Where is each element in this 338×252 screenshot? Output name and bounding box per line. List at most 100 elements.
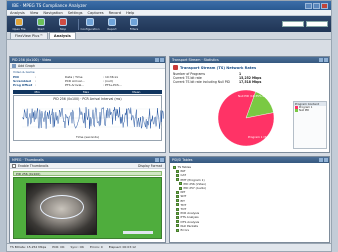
minimize-button[interactable] xyxy=(305,2,312,9)
configuration-button[interactable]: Configuration xyxy=(81,17,99,31)
status-item: TS Bitrate: 15.252 Mbps xyxy=(10,245,47,249)
status-check-icon xyxy=(176,190,179,194)
start-button[interactable]: Start xyxy=(32,17,50,31)
graph-xlabel: Time (seconds) xyxy=(76,134,99,139)
status-check-icon xyxy=(176,199,179,203)
pie-legend: Program Content Program 1 Null PID xyxy=(293,101,327,149)
panel-close-icon[interactable] xyxy=(160,158,164,162)
menu-help[interactable]: Help xyxy=(126,11,134,15)
maximize-button[interactable] xyxy=(313,2,320,9)
play-icon xyxy=(37,17,45,26)
status-check-icon xyxy=(179,186,182,190)
panel-header: PSI/SI Tables xyxy=(170,157,329,163)
status-item: PCR: OK xyxy=(52,245,65,249)
filter-icon xyxy=(130,17,138,26)
legend-item: Null PID xyxy=(294,109,326,112)
enable-thumbnails-checkbox[interactable] xyxy=(12,163,16,168)
panel-header: Transport Stream · Statistics xyxy=(170,57,329,63)
legend-swatch xyxy=(295,109,298,112)
status-check-icon xyxy=(176,195,179,199)
gear-icon xyxy=(86,17,94,26)
open-icon xyxy=(15,17,23,26)
panel-pin-icon[interactable] xyxy=(155,158,159,162)
status-item: Elapsed: 00:03:12 xyxy=(108,245,136,249)
pid-properties: PID: Data / Time: 10:36:xx Scrambled: PCR … xyxy=(13,75,122,88)
video-progress[interactable] xyxy=(123,231,153,234)
status-check-icon xyxy=(176,178,179,182)
status-check-icon xyxy=(176,169,179,173)
menu-record[interactable]: Record xyxy=(109,11,121,15)
stop-icon xyxy=(59,17,67,26)
status-item: Sync: OK xyxy=(70,245,84,249)
video-thumbnail[interactable] xyxy=(13,177,162,239)
status-check-icon xyxy=(176,224,179,228)
status-check-icon xyxy=(176,203,179,207)
panel-pin-icon[interactable] xyxy=(319,58,323,62)
stats-band: Min Max Mean xyxy=(13,89,162,94)
close-button[interactable] xyxy=(321,2,328,9)
ts-heading: Transport Stream (TS) Network Rates xyxy=(173,65,326,70)
transport-stream-panel: Transport Stream · Statistics Transport … xyxy=(169,56,330,153)
status-field xyxy=(282,21,304,27)
video-pid-label: PID 256 (0x100) xyxy=(13,171,162,176)
status-check-icon xyxy=(173,165,176,169)
status-item: Errors: 0 xyxy=(89,245,103,249)
pie-label-null: Null PID (16.35% Content) xyxy=(238,94,275,98)
tab-flexview[interactable]: FlexView Plus™ xyxy=(10,32,48,39)
status-field xyxy=(306,21,328,27)
view-tabs: FlexView Plus™ Analysis xyxy=(7,32,331,40)
panel-title: PSI/SI Tables xyxy=(172,158,193,162)
menu-captures[interactable]: Captures xyxy=(87,11,103,15)
pid-panel: PID 256 (0x100) · Video Add Graph Video … xyxy=(9,56,166,153)
pcr-waveform xyxy=(22,106,164,129)
filters-button[interactable]: Filters xyxy=(125,17,143,31)
psi-tree: TS Tables PAT CAT PMT (Program 1) PID 256 (V… xyxy=(170,163,329,234)
app-window: IBE · MPEG TS Compliance Analyzer Analys… xyxy=(6,0,332,252)
tree-item-label: Errors xyxy=(180,228,190,233)
panel-close-icon[interactable] xyxy=(324,158,328,162)
pie-chart: Null PID (16.35% Content) Program 1 (63.… xyxy=(208,88,286,150)
report-icon xyxy=(108,17,116,26)
display-format-label[interactable]: Display Format xyxy=(138,163,162,169)
thumbnails-panel: MPEG · Thumbnails Enable Thumbnails Disp… xyxy=(9,156,166,243)
panel-close-icon[interactable] xyxy=(160,58,164,62)
status-check-icon xyxy=(176,228,179,232)
pie-svg: Null PID (16.35% Content) Program 1 (63.… xyxy=(217,89,286,147)
toolbar: Open File Start Stop Configuration Repor… xyxy=(7,16,331,32)
stop-button[interactable]: Stop xyxy=(54,17,72,31)
ts-body: Transport Stream (TS) Network Rates Numb… xyxy=(170,63,329,87)
add-graph-label[interactable]: Add Graph xyxy=(18,63,35,69)
status-check-icon xyxy=(176,220,179,224)
ts-stat-row: Current TS bit rate including Null PID 17… xyxy=(173,80,262,85)
panel-pin-icon[interactable] xyxy=(319,158,323,162)
menu-analysis[interactable]: Analysis xyxy=(10,11,25,15)
status-check-icon xyxy=(176,174,179,177)
open-file-button[interactable]: Open File xyxy=(10,17,28,31)
menu-view[interactable]: View xyxy=(30,11,39,15)
title-bar: IBE · MPEG TS Compliance Analyzer xyxy=(7,1,331,10)
menu-settings[interactable]: Settings xyxy=(68,11,83,15)
pcr-graph[interactable]: PID 256 (0x100) · PCR Arrival Interval (… xyxy=(13,94,164,141)
panel-pin-icon[interactable] xyxy=(155,58,159,62)
status-check-icon xyxy=(176,211,179,215)
tab-analysis[interactable]: Analysis xyxy=(48,32,76,39)
panel-title: Transport Stream · Statistics xyxy=(172,58,219,62)
window-title: IBE · MPEG TS Compliance Analyzer xyxy=(12,3,87,8)
psi-tables-panel: PSI/SI Tables TS Tables PAT CAT PMT (Progra… xyxy=(169,156,330,243)
toolbar-separator xyxy=(78,18,79,30)
tree-item[interactable]: Errors xyxy=(173,228,326,232)
status-bar: TS Bitrate: 15.252 Mbps PCR: OK Sync: OK… xyxy=(7,243,331,251)
menu-navigation[interactable]: Navigation xyxy=(43,11,62,15)
report-button[interactable]: Report xyxy=(103,17,121,31)
status-check-icon xyxy=(176,207,179,211)
status-check-icon xyxy=(176,216,179,220)
right-window-edge xyxy=(332,0,338,252)
stats-icon xyxy=(173,65,178,70)
panel-close-icon[interactable] xyxy=(324,58,328,62)
tree-item-label: PID 257 (Audio) xyxy=(183,186,207,191)
video-overlay xyxy=(40,195,84,219)
status-check-icon xyxy=(179,182,182,186)
add-graph-icon[interactable] xyxy=(12,63,16,68)
panel-subbar: Enable Thumbnails Display Format xyxy=(10,163,165,169)
toolbar-status-area xyxy=(280,21,328,27)
